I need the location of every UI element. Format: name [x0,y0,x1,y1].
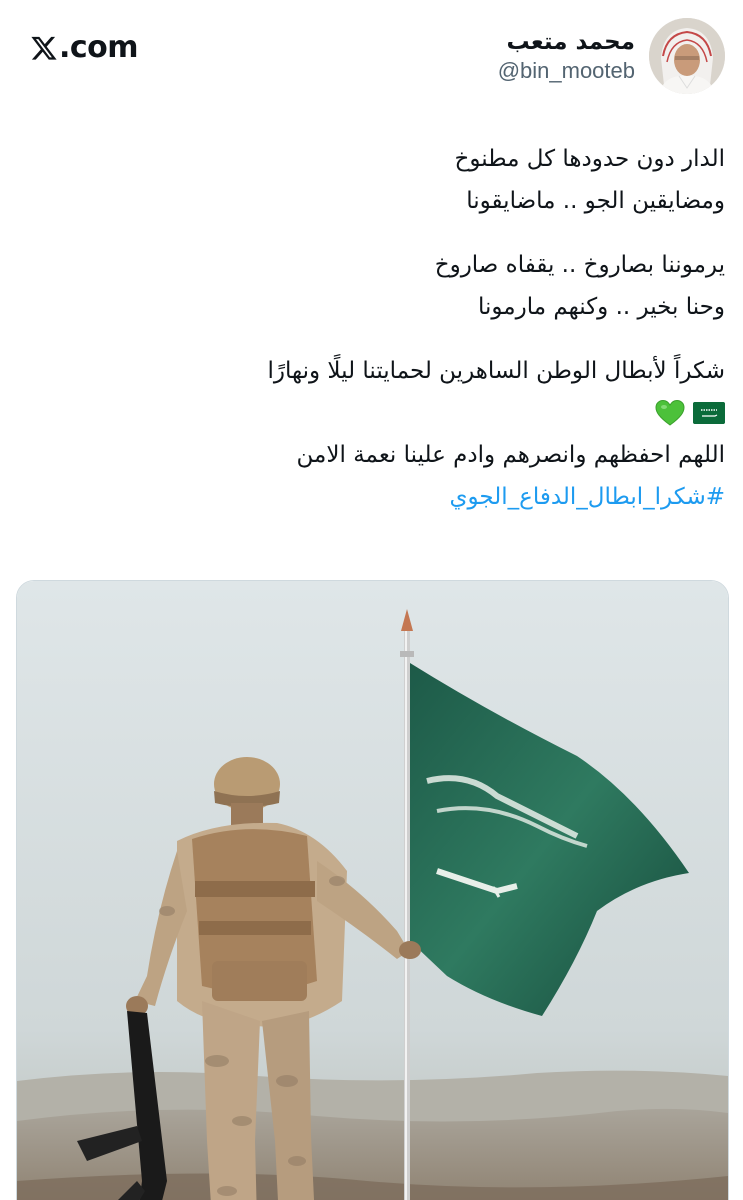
tweet-line-1: الدار دون حدودها كل مطنوخ [454,146,725,172]
author-text: محمد متعب @bin_mooteb [498,27,635,85]
author-name[interactable]: محمد متعب [498,27,636,57]
tweet-line-2: ومضايقين الجو .. ماضايقونا [466,188,725,214]
tweet-line-4: وحنا بخير .. وكنهم مارمونا [478,294,725,320]
x-logo-icon [31,36,57,60]
author-handle[interactable]: @bin_mooteb [498,57,635,85]
brand-suffix: .com [59,30,139,65]
avatar-image [649,18,725,94]
saudi-flag-icon [693,402,725,424]
tweet-author[interactable]: محمد متعب @bin_mooteb [498,18,725,94]
green-heart-icon [655,399,685,426]
soldier-flag-image [17,581,728,1200]
tweet-line-3: يرموننا بصاروخ .. يقفاه صاروخ [434,252,725,278]
tweet-media[interactable] [16,580,729,1200]
tweet-line-5: شكراً لأبطال الوطن الساهرين لحمايتنا ليل… [267,358,725,384]
tweet-text: الدار دون حدودها كل مطنوخ ومضايقين الجو … [35,138,725,518]
tweet-line-6: اللهم احفظهم وانصرهم وادم علينا نعمة الا… [296,442,725,468]
x-brand[interactable]: .com [30,30,139,65]
avatar[interactable] [649,18,725,94]
tweet-screenshot: .com محمد متعب @bin_mooteb الدار دون حدو… [0,0,743,1200]
hashtag-link[interactable]: #شكرا_ابطال_الدفاع_الجوي [35,476,725,518]
emoji-line [35,392,725,434]
